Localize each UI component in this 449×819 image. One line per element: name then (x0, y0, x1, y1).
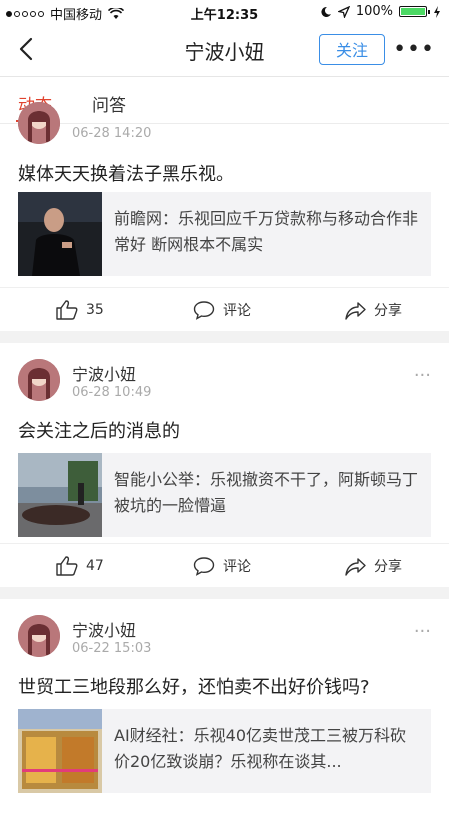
post-more-icon[interactable]: ··· (414, 621, 431, 642)
article-title: 智能小公举：乐视撤资不干了，阿斯顿马丁被坑的一脸懵逼 (114, 470, 419, 515)
post-actions: 35 评论 分享 (0, 287, 449, 332)
share-button[interactable]: 分享 (344, 300, 402, 320)
post-time: 06-22 15:03 (72, 641, 152, 656)
post-actions: 47 评论 分享 (0, 543, 449, 588)
post-time: 06-28 10:49 (72, 385, 152, 400)
comment-label: 评论 (223, 303, 251, 319)
thumbs-up-icon (56, 300, 78, 320)
feed[interactable]: 06-28 14:20 媒体天天换着法子黑乐视。 前瞻网：乐视回应千万贷款称与移… (0, 102, 449, 819)
share-label: 分享 (374, 303, 402, 319)
divider (0, 587, 449, 599)
like-count: 35 (86, 302, 104, 318)
article-card[interactable]: 前瞻网：乐视回应千万贷款称与移动合作非常好 断网根本不属实 (18, 192, 431, 276)
post: 06-28 14:20 媒体天天换着法子黑乐视。 前瞻网：乐视回应千万贷款称与移… (0, 102, 449, 332)
moon-icon (321, 6, 331, 17)
like-button[interactable]: 35 (56, 300, 104, 320)
tab-qa[interactable]: 问答 (92, 91, 126, 116)
share-label: 分享 (374, 559, 402, 575)
post-text[interactable]: 世贸工三地段那么好，还怕卖不出好价钱吗? (18, 673, 431, 699)
charging-icon (434, 5, 440, 18)
share-icon (345, 302, 366, 320)
article-thumbnail (18, 709, 102, 793)
comment-button[interactable]: 评论 (193, 300, 251, 320)
article-thumbnail (18, 192, 102, 276)
thumbs-up-icon (56, 556, 78, 576)
location-icon (337, 5, 350, 18)
article-card[interactable]: 智能小公举：乐视撤资不干了，阿斯顿马丁被坑的一脸懵逼 (18, 453, 431, 537)
post-time: 06-28 14:20 (72, 126, 152, 141)
more-options-icon[interactable]: ••• (393, 37, 435, 62)
avatar[interactable] (18, 102, 60, 144)
post-text[interactable]: 会关注之后的消息的 (18, 417, 431, 443)
share-icon (345, 558, 366, 576)
post: 宁波小妞 06-28 10:49 ··· 会关注之后的消息的 智能小公举：乐视撤… (0, 343, 449, 587)
author-name[interactable]: 宁波小妞 (72, 361, 136, 385)
comment-icon (193, 557, 215, 576)
comment-button[interactable]: 评论 (193, 556, 251, 576)
battery-label: 100% (355, 4, 393, 19)
nav-bar: 宁波小妞 关注 ••• (0, 24, 449, 77)
article-title: AI财经社：乐视40亿卖世茂工三被万科砍价20亿致谈崩？乐视称在谈其... (114, 726, 407, 771)
post: 宁波小妞 06-22 15:03 ··· 世贸工三地段那么好，还怕卖不出好价钱吗… (0, 599, 449, 819)
article-title: 前瞻网：乐视回应千万贷款称与移动合作非常好 断网根本不属实 (114, 209, 419, 254)
follow-button[interactable]: 关注 (319, 34, 385, 65)
tab-bar: 动态 问答 (0, 77, 449, 124)
avatar[interactable] (18, 615, 60, 657)
post-text[interactable]: 媒体天天换着法子黑乐视。 (18, 160, 431, 186)
share-button[interactable]: 分享 (344, 556, 402, 576)
article-card[interactable]: AI财经社：乐视40亿卖世茂工三被万科砍价20亿致谈崩？乐视称在谈其... (18, 709, 431, 793)
comment-label: 评论 (223, 559, 251, 575)
status-right: 100% (320, 4, 441, 19)
author-name[interactable]: 宁波小妞 (72, 617, 136, 641)
like-count: 47 (86, 558, 104, 574)
article-thumbnail (18, 453, 102, 537)
avatar[interactable] (18, 359, 60, 401)
status-bar: 中国移动 上午12:35 100% (0, 0, 449, 24)
comment-icon (193, 301, 215, 320)
post-more-icon[interactable]: ··· (414, 365, 431, 386)
battery-icon (399, 6, 430, 17)
divider (0, 331, 449, 343)
like-button[interactable]: 47 (56, 556, 104, 576)
